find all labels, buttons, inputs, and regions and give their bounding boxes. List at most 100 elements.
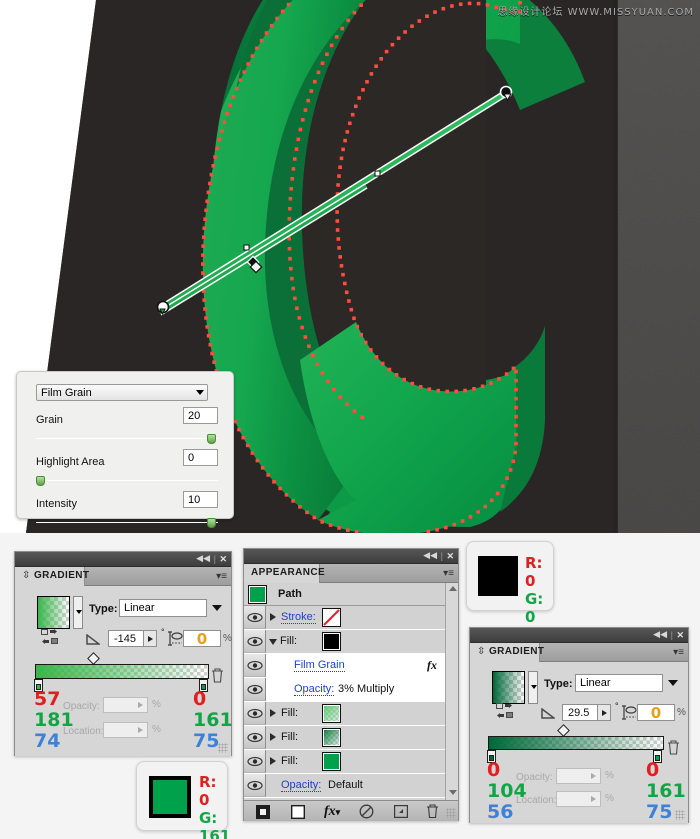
intensity-slider[interactable] <box>36 518 218 528</box>
collapse-icon[interactable]: ◀◀ <box>196 555 210 564</box>
opacity-label[interactable]: Opacity: <box>281 779 322 792</box>
scroll-up-arrow-icon[interactable] <box>449 586 457 591</box>
gradient-opacity-input[interactable] <box>103 697 148 713</box>
appearance-row-film-grain[interactable]: Film Grain fx <box>244 654 445 678</box>
fill-green-swatch[interactable] <box>322 752 341 771</box>
appearance-row-opacity-default[interactable]: Opacity: Default <box>244 774 445 798</box>
highlight-area-slider[interactable] <box>36 476 218 486</box>
duplicate-item-icon[interactable] <box>394 805 408 818</box>
opacity-label[interactable]: Opacity: <box>294 683 335 696</box>
fill-gradient-light-swatch[interactable] <box>322 704 341 723</box>
collapse-icon[interactable]: ◀◀ <box>423 552 437 561</box>
object-swatch[interactable] <box>248 585 267 604</box>
gradient-angle-input[interactable]: 29.5 <box>562 704 598 721</box>
gradient-type-value[interactable]: Linear <box>119 599 207 617</box>
gradient-angle-spinner[interactable] <box>144 630 157 647</box>
appearance-panel-tabbar[interactable]: APPEARANCE ▾≡ <box>244 564 458 583</box>
appearance-panel-titlebar[interactable]: ◀◀ | ✕ <box>244 549 458 564</box>
delete-stop-icon[interactable] <box>211 668 224 683</box>
gradient-angle-input[interactable]: -145 <box>108 630 144 647</box>
gradient-angle-spinner[interactable] <box>598 704 611 721</box>
appearance-row-opacity-multiply[interactable]: Opacity: 3% Multiply <box>244 678 445 702</box>
stroke-label[interactable]: Stroke: <box>281 611 316 624</box>
panel-menu-icon[interactable]: ▾≡ <box>443 568 454 579</box>
close-icon[interactable]: ✕ <box>219 554 227 564</box>
gradient-preview-swatch[interactable] <box>492 671 525 704</box>
new-fill-icon[interactable] <box>291 805 305 819</box>
gradient-panel-right-tabbar[interactable]: ⇳ GRADIENT ▾≡ <box>470 643 688 662</box>
gradient-aspect-input[interactable]: 0 <box>183 630 221 647</box>
appearance-scrollbar[interactable] <box>445 583 458 821</box>
visibility-eye-icon[interactable] <box>244 774 266 797</box>
gradient-panel-left[interactable]: ◀◀ | ✕ ⇳ GRADIENT ▾≡ Type: Linear -145 °… <box>14 551 233 756</box>
gradient-midpoint-marker[interactable] <box>557 724 570 737</box>
gradient-preset-dropdown[interactable] <box>73 596 83 629</box>
gradient-midpoint-marker[interactable] <box>87 652 100 665</box>
disclosure-triangle-icon[interactable] <box>270 757 276 765</box>
appearance-object-row[interactable]: Path <box>244 583 445 606</box>
gradient-preset-dropdown[interactable] <box>528 671 538 704</box>
delete-stop-icon[interactable] <box>667 740 680 755</box>
grain-value-input[interactable]: 20 <box>183 407 218 424</box>
disclosure-triangle-open-icon[interactable] <box>269 639 277 645</box>
grain-slider[interactable] <box>36 434 218 444</box>
gradient-type-value[interactable]: Linear <box>575 674 663 692</box>
disclosure-triangle-icon[interactable] <box>270 733 276 741</box>
collapse-icon[interactable]: ◀◀ <box>653 631 667 640</box>
gradient-panel-left-tabbar[interactable]: ⇳ GRADIENT ▾≡ <box>15 567 231 586</box>
panel-resize-grip[interactable] <box>218 743 228 753</box>
reverse-gradient-icon[interactable] <box>496 703 513 718</box>
appearance-row-fill-gradient-light[interactable]: Fill: <box>244 702 445 726</box>
add-effect-fx-icon[interactable]: fx▾ <box>324 804 340 820</box>
appearance-row-stroke[interactable]: Stroke: <box>244 606 445 630</box>
gradient-location-input[interactable] <box>103 722 148 738</box>
gradient-ramp-slider[interactable] <box>488 736 664 750</box>
visibility-eye-icon[interactable] <box>244 630 266 653</box>
visibility-eye-icon[interactable] <box>244 678 266 701</box>
appearance-row-fill-gradient-dark[interactable]: Fill: <box>244 726 445 750</box>
clear-appearance-icon[interactable] <box>359 804 374 819</box>
gradient-panel-left-titlebar[interactable]: ◀◀ | ✕ <box>15 552 231 567</box>
scroll-down-arrow-icon[interactable] <box>449 790 457 795</box>
gradient-preview-swatch[interactable] <box>37 596 70 629</box>
appearance-panel[interactable]: ◀◀ | ✕ APPEARANCE ▾≡ Path Stroke: Fill: … <box>243 548 459 821</box>
fill-label[interactable]: Fill: <box>281 707 298 719</box>
fill-label[interactable]: Fill: <box>280 635 297 647</box>
gradient-type-chevron-icon[interactable] <box>212 605 222 611</box>
intensity-value-input[interactable]: 10 <box>183 491 218 508</box>
gradient-aspect-input[interactable]: 0 <box>637 704 675 721</box>
visibility-eye-icon[interactable] <box>244 654 266 677</box>
gradient-panel-right-titlebar[interactable]: ◀◀ | ✕ <box>470 628 688 643</box>
film-grain-effect-dialog[interactable]: Film Grain Grain 20 Highlight Area 0 Int… <box>16 371 234 528</box>
appearance-panel-footer[interactable]: fx▾ <box>244 800 458 821</box>
fill-gradient-dark-swatch[interactable] <box>322 728 341 747</box>
visibility-eye-icon[interactable] <box>244 702 266 725</box>
fill-black-swatch[interactable] <box>322 632 341 651</box>
grain-slider-thumb[interactable] <box>207 434 216 444</box>
highlight-area-slider-thumb[interactable] <box>36 476 45 486</box>
fx-icon[interactable]: fx <box>427 658 437 673</box>
panel-resize-grip[interactable] <box>446 808 456 818</box>
gradient-panel-right[interactable]: ◀◀ | ✕ ⇳ GRADIENT ▾≡ Type: Linear 29.5 °… <box>469 627 689 823</box>
panel-resize-grip[interactable] <box>675 810 685 820</box>
panel-menu-icon[interactable]: ▾≡ <box>216 571 227 582</box>
reverse-gradient-icon[interactable] <box>41 629 58 644</box>
stroke-none-swatch[interactable] <box>322 608 341 627</box>
close-icon[interactable]: ✕ <box>446 551 454 561</box>
panel-menu-icon[interactable]: ▾≡ <box>673 647 684 658</box>
effect-preset-select[interactable]: Film Grain <box>36 384 208 401</box>
highlight-area-value-input[interactable]: 0 <box>183 449 218 466</box>
visibility-eye-icon[interactable] <box>244 726 266 749</box>
gradient-location-input[interactable] <box>556 791 601 807</box>
visibility-eye-icon[interactable] <box>244 606 266 629</box>
appearance-row-fill-green[interactable]: Fill: <box>244 750 445 774</box>
intensity-slider-thumb[interactable] <box>207 518 216 528</box>
close-icon[interactable]: ✕ <box>676 630 684 640</box>
disclosure-triangle-icon[interactable] <box>270 613 276 621</box>
appearance-row-fill-black[interactable]: Fill: <box>244 630 445 654</box>
gradient-ramp-slider[interactable] <box>35 664 209 679</box>
delete-item-icon[interactable] <box>426 804 439 818</box>
film-grain-effect-label[interactable]: Film Grain <box>294 659 345 672</box>
gradient-opacity-input[interactable] <box>556 768 601 784</box>
fill-label[interactable]: Fill: <box>281 755 298 767</box>
